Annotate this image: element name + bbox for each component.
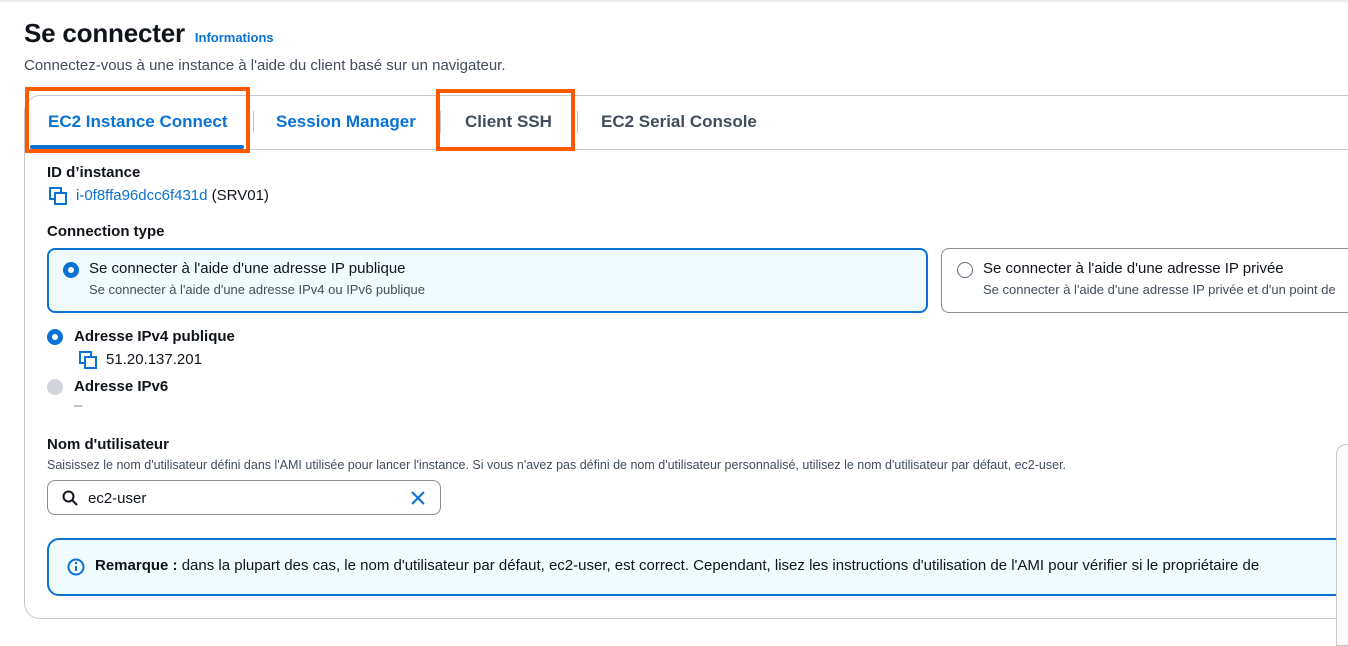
ipv4-label: Adresse IPv4 publique [74, 328, 235, 345]
instance-id-link[interactable]: i-0f8ffa96dcc6f431d [76, 187, 208, 204]
option-description: Se connecter à l'aide d'une adresse IP p… [983, 282, 1336, 297]
connection-option-private-ip[interactable]: Se connecter à l'aide d'une adresse IP p… [941, 248, 1348, 313]
username-label: Nom d'utilisateur [47, 436, 169, 453]
instance-name: (SRV01) [211, 187, 269, 204]
clear-icon[interactable] [410, 490, 426, 506]
page-subtitle: Connectez-vous à une instance à l'aide d… [24, 57, 506, 74]
radio-ipv6[interactable] [47, 379, 63, 395]
radio-ipv4[interactable] [47, 329, 63, 345]
copy-icon[interactable] [79, 351, 97, 369]
highlight-box-ec2-instance-connect [25, 87, 250, 153]
tab-ec2-serial-console[interactable]: EC2 Serial Console [601, 95, 757, 149]
info-alert: Remarque : dans la plupart des cas, le n… [47, 538, 1348, 596]
ipv4-value: 51.20.137.201 [106, 351, 202, 368]
alert-bold: Remarque : [95, 557, 178, 574]
alert-body: dans la plupart des cas, le nom d'utilis… [177, 557, 1260, 574]
ipv6-label: Adresse IPv6 [74, 378, 169, 395]
option-description: Se connecter à l'aide d'une adresse IPv4… [89, 282, 425, 297]
username-description: Saisissez le nom d'utilisateur défini da… [47, 458, 1067, 472]
search-icon [62, 490, 78, 506]
option-title: Se connecter à l'aide d'une adresse IP p… [89, 260, 406, 277]
tab-separator [253, 111, 254, 133]
alert-text: Remarque : dans la plupart des cas, le n… [95, 557, 1259, 574]
side-panel-edge [1336, 444, 1348, 646]
radio-button-selected[interactable] [63, 262, 79, 278]
top-divider [0, 0, 1348, 2]
page-title: Se connecter [24, 18, 185, 48]
info-icon [67, 558, 85, 576]
info-link[interactable]: Informations [195, 30, 274, 45]
page-header: Se connecter Informations [24, 18, 274, 49]
connection-type-label: Connection type [47, 223, 165, 240]
option-title: Se connecter à l'aide d'une adresse IP p… [983, 260, 1284, 277]
tab-session-manager[interactable]: Session Manager [276, 95, 416, 149]
instance-id-label: ID d’instance [47, 164, 141, 181]
username-input[interactable] [47, 480, 441, 515]
copy-icon[interactable] [49, 187, 67, 205]
ipv6-value: – [74, 397, 83, 414]
radio-button[interactable] [957, 262, 973, 278]
connection-option-public-ip[interactable]: Se connecter à l'aide d'une adresse IP p… [47, 248, 928, 313]
tab-separator [577, 111, 578, 133]
instance-id-value: i-0f8ffa96dcc6f431d (SRV01) [76, 187, 269, 204]
username-field[interactable] [88, 487, 398, 509]
highlight-box-client-ssh [436, 89, 575, 151]
